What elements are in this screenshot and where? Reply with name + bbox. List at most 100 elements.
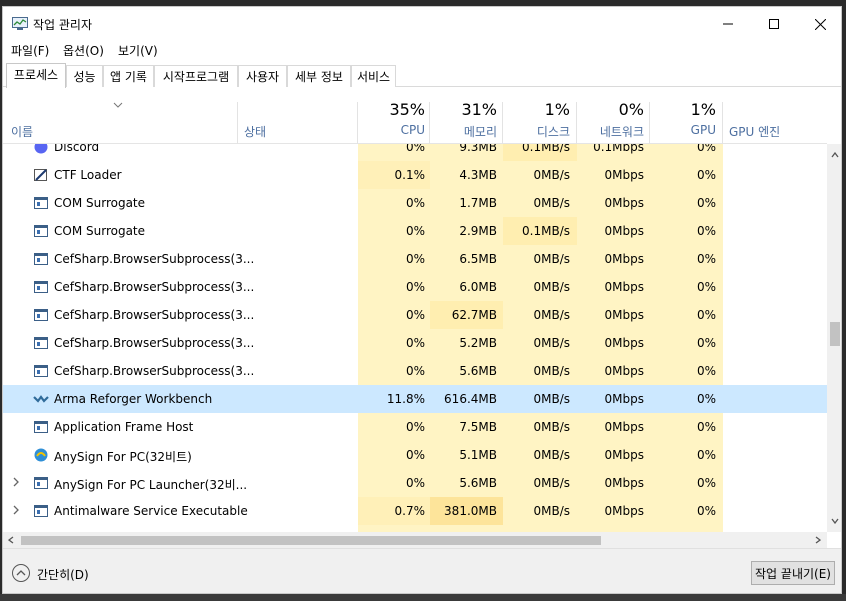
header-cpu-percent[interactable]: 35% [358, 100, 425, 119]
task-manager-window: 작업 관리자 파일(F) 옵션(O) 보기(V) 프로세스 성능 앱 기록 시작… [2, 6, 842, 594]
process-mem-value: 616.4MB [444, 392, 497, 406]
column-header: 이름 상태 35% CPU 31% 메모리 1% 디스크 0% 네트워크 1% … [3, 88, 827, 144]
process-mem-value: 7.5MB [459, 420, 497, 434]
ctf-pen-icon [34, 169, 47, 181]
table-row[interactable]: Antimalware Service Executable 0.7% 381.0M… [3, 497, 827, 525]
process-mem-value: 6.5MB [459, 252, 497, 266]
table-row[interactable]: COM Surrogate 0% 1.7MB 0MB/s 0Mbps 0% [3, 189, 827, 217]
header-status[interactable]: 상태 [244, 123, 266, 140]
scroll-up-icon[interactable] [831, 152, 839, 158]
heat-cell-background [650, 525, 723, 532]
process-cpu-value: 0% [405, 420, 425, 434]
process-gpu-value: 0% [696, 504, 716, 518]
header-divider [722, 102, 723, 144]
table-row[interactable]: CefSharp.BrowserSubprocess(3... 0% 6.0MB 0M… [3, 273, 827, 301]
task-manager-icon [12, 17, 28, 30]
heat-cell-background [503, 525, 577, 532]
process-net-value: 0Mbps [604, 336, 644, 350]
header-gpu-percent[interactable]: 1% [650, 100, 716, 119]
table-row[interactable]: CefSharp.BrowserSubprocess(3... 0% 62.7MB 0… [3, 301, 827, 329]
header-divider [237, 102, 238, 144]
process-disk-value: 0MB/s [533, 308, 570, 322]
process-gpu-value: 0% [696, 144, 716, 154]
scroll-right-icon[interactable] [815, 536, 821, 544]
table-row[interactable]: CefSharp.BrowserSubprocess(3... 0% 5.2MB 0M… [3, 329, 827, 357]
expand-chevron-icon[interactable] [12, 505, 20, 515]
header-cpu[interactable]: CPU [358, 123, 425, 137]
process-disk-value: 0MB/s [533, 504, 570, 518]
header-disk-percent[interactable]: 1% [503, 100, 570, 119]
process-disk-value: 0MB/s [533, 336, 570, 350]
scroll-down-icon[interactable] [831, 518, 839, 524]
process-cpu-value: 0% [405, 476, 425, 490]
horizontal-scroll-thumb[interactable] [21, 536, 601, 545]
end-task-button[interactable]: 작업 끝내기(E) [751, 561, 835, 585]
table-row[interactable]: Antimalware Core Service0%9.1MB0MB/s0Mbp… [3, 525, 827, 532]
process-cpu-value: 0% [405, 196, 425, 210]
table-row[interactable]: AnySign For PC Launcher(32비... 0% 5.6MB 0MB… [3, 469, 827, 497]
process-net-value: 0Mbps [604, 448, 644, 462]
vertical-scroll-thumb[interactable] [830, 322, 840, 346]
table-row[interactable]: CTF Loader 0.1% 4.3MB 0MB/s 0Mbps 0% [3, 161, 827, 189]
menu-options[interactable]: 옵션(O) [63, 42, 104, 59]
heat-cell-background [577, 525, 650, 532]
header-gpu[interactable]: GPU [650, 123, 716, 137]
header-name[interactable]: 이름 [11, 123, 33, 140]
process-name: CefSharp.BrowserSubprocess(3... [54, 364, 255, 378]
tab-processes[interactable]: 프로세스 [6, 63, 66, 88]
scroll-left-icon[interactable] [8, 536, 14, 544]
chevron-up-circle-icon[interactable] [11, 563, 31, 583]
heat-cell-background [358, 525, 430, 532]
process-net-value: 0Mbps [604, 392, 644, 406]
process-disk-value: 0MB/s [533, 364, 570, 378]
table-row[interactable]: AnySign For PC(32비트) 0% 5.1MB 0MB/s 0Mbps 0% [3, 441, 827, 469]
process-cpu-value: 0% [405, 448, 425, 462]
minimize-button[interactable] [705, 7, 751, 41]
table-row-selected[interactable]: Arma Reforger Workbench 11.8% 616.4MB 0MB/s… [3, 385, 827, 413]
process-disk-value: 0MB/s [533, 476, 570, 490]
header-memory[interactable]: 메모리 [430, 123, 497, 140]
tab-users[interactable]: 사용자 [238, 65, 287, 87]
header-disk[interactable]: 디스크 [503, 123, 570, 140]
header-gpu-engine[interactable]: GPU 엔진 [729, 123, 780, 140]
process-name: Application Frame Host [54, 420, 194, 434]
header-memory-percent[interactable]: 31% [430, 100, 497, 119]
table-row[interactable]: Discord 0% 9.3MB 0.1MB/s 0.1Mbps 0% [3, 144, 827, 161]
menu-view[interactable]: 보기(V) [118, 42, 158, 59]
table-row[interactable]: COM Surrogate 0% 2.9MB 0.1MB/s 0Mbps 0% [3, 217, 827, 245]
tab-performance[interactable]: 성능 [66, 65, 103, 87]
process-net-value: 0Mbps [604, 252, 644, 266]
fewer-details-link[interactable]: 간단히(D) [37, 566, 89, 583]
header-network[interactable]: 네트워크 [577, 123, 644, 140]
process-name: AnySign For PC(32비트) [54, 450, 192, 464]
process-disk-value: 0MB/s [533, 392, 570, 406]
process-cpu-value: 0% [405, 144, 425, 154]
expand-chevron-icon[interactable] [12, 477, 20, 487]
menu-file[interactable]: 파일(F) [11, 42, 49, 59]
header-network-percent[interactable]: 0% [577, 100, 644, 119]
app-window-icon [34, 337, 48, 349]
tab-app-history[interactable]: 앱 기록 [103, 65, 154, 87]
process-net-value: 0Mbps [604, 420, 644, 434]
app-window-icon [34, 421, 48, 433]
process-gpu-value: 0% [696, 168, 716, 182]
tab-startup[interactable]: 시작프로그램 [154, 65, 238, 87]
process-list: Discord 0% 9.3MB 0.1MB/s 0.1Mbps 0% CTF Loader… [3, 144, 827, 532]
vertical-scrollbar[interactable] [827, 144, 841, 532]
title-bar[interactable]: 작업 관리자 [3, 7, 841, 41]
process-cpu-value: 0% [405, 364, 425, 378]
table-row[interactable]: Application Frame Host 0% 7.5MB 0MB/s 0Mbps 0… [3, 413, 827, 441]
table-row[interactable]: CefSharp.BrowserSubprocess(3... 0% 6.5MB 0M… [3, 245, 827, 273]
tab-services[interactable]: 서비스 [351, 65, 396, 87]
horizontal-scrollbar[interactable] [3, 532, 827, 548]
close-button[interactable] [797, 7, 841, 41]
tab-details[interactable]: 세부 정보 [287, 65, 351, 87]
process-net-value: 0Mbps [604, 308, 644, 322]
process-name: CefSharp.BrowserSubprocess(3... [54, 252, 255, 266]
process-gpu-value: 0% [696, 224, 716, 238]
table-row[interactable]: CefSharp.BrowserSubprocess(3... 0% 5.6MB 0M… [3, 357, 827, 385]
app-window-icon [34, 309, 48, 321]
process-gpu-value: 0% [696, 280, 716, 294]
maximize-button[interactable] [751, 7, 797, 41]
process-gpu-value: 0% [696, 196, 716, 210]
